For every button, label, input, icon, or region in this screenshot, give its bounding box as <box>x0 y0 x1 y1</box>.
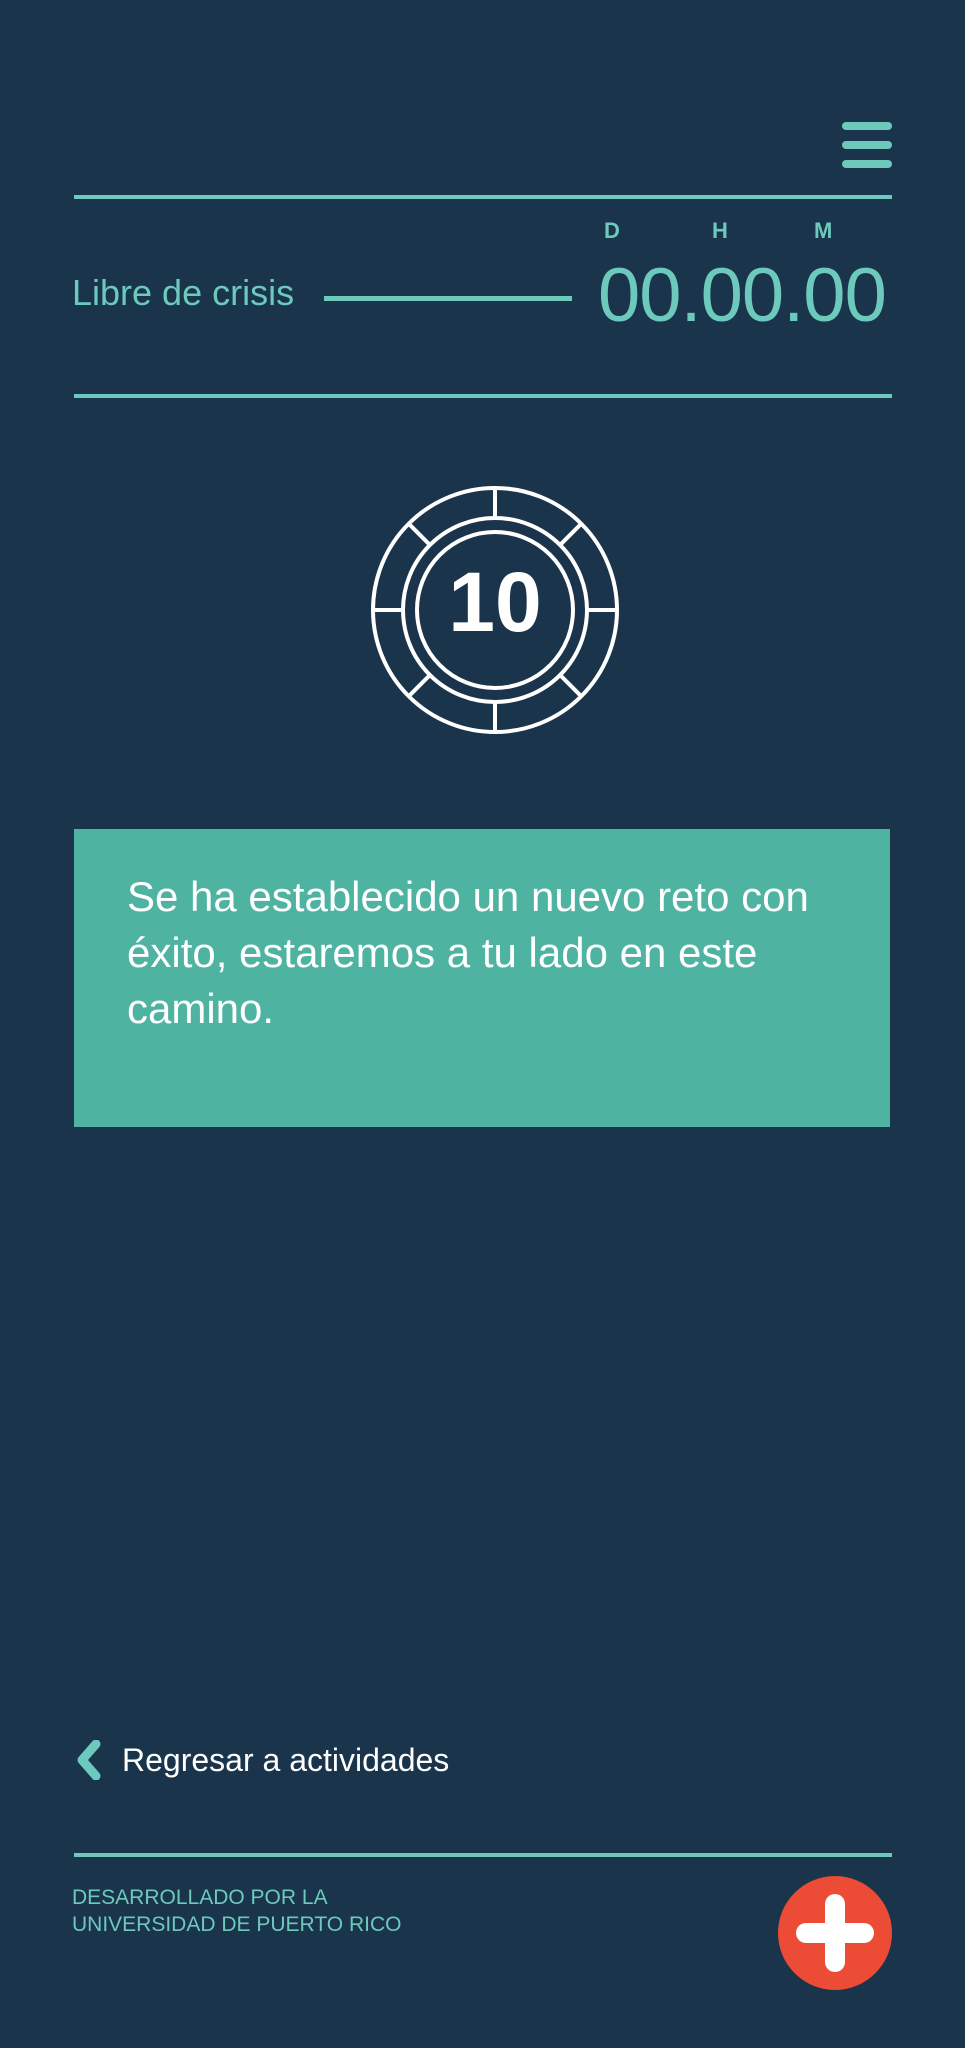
success-message-text: Se ha establecido un nuevo reto con éxit… <box>127 873 809 1032</box>
footer-divider <box>74 1853 892 1857</box>
success-message-box: Se ha establecido un nuevo reto con éxit… <box>74 829 890 1127</box>
footer-credit: DESARROLLADO POR LA UNIVERSIDAD DE PUERT… <box>72 1884 401 1938</box>
menu-button[interactable] <box>842 122 892 168</box>
timer-unit-minutes: M <box>814 218 834 243</box>
timer-unit-hours: H <box>712 218 729 243</box>
back-link-label: Regresar a actividades <box>122 1741 450 1778</box>
crisis-label-connector <box>324 296 572 301</box>
crisis-free-timer: 00.00.00 <box>598 253 887 338</box>
chip-number: 10 <box>448 555 542 649</box>
chevron-left-icon <box>77 1740 101 1780</box>
crisis-free-label: Libre de crisis <box>72 272 295 313</box>
plus-icon <box>796 1894 874 1972</box>
footer-credit-line2: UNIVERSIDAD DE PUERTO RICO <box>72 1913 402 1936</box>
footer-credit-line1: DESARROLLADO POR LA <box>72 1886 328 1909</box>
header-divider <box>74 195 892 199</box>
timer-divider <box>74 394 892 398</box>
emergency-button[interactable] <box>778 1876 892 1990</box>
back-to-activities-link[interactable]: Regresar a actividades <box>74 1735 449 1785</box>
timer-unit-days: D <box>604 218 621 243</box>
